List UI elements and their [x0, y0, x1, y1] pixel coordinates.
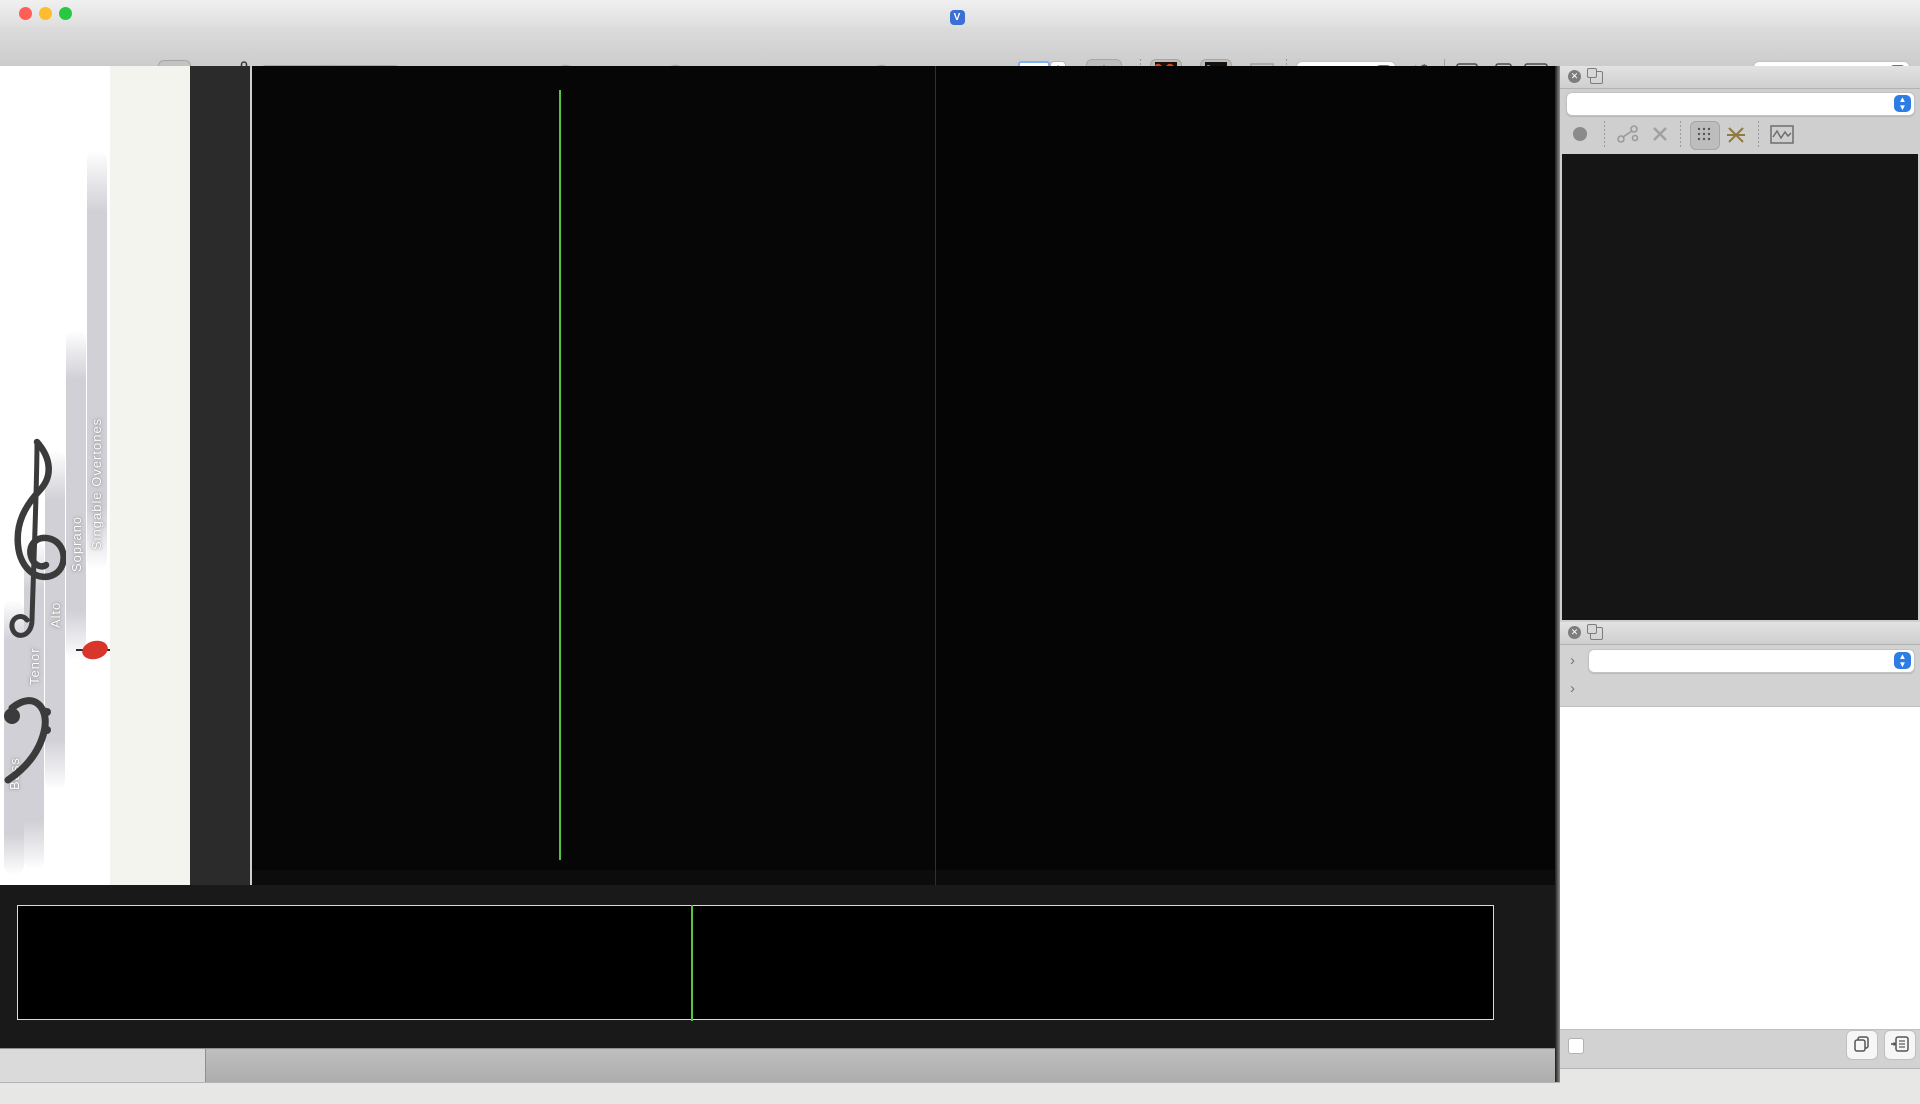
- pitch-row: [1560, 735, 1920, 757]
- vowel-chart-panel: ✕ ▲▼: [1560, 66, 1920, 622]
- statistics-content: [1560, 706, 1920, 1030]
- vocevista-window: V ☀ ◐ ▲▼ ▲▼ ⚙⚙: [0, 0, 1920, 1104]
- overview-time-axis: [0, 1022, 1555, 1048]
- harmonics-canvas[interactable]: [936, 90, 1556, 866]
- vowel-toolbar: [1560, 118, 1920, 152]
- vowel-chart-plot[interactable]: [1562, 154, 1918, 620]
- note-markers-bar: [252, 75, 937, 89]
- harmonics-view[interactable]: [935, 66, 1556, 885]
- spectrogram-time-axis: [252, 870, 937, 885]
- main-toolbar: ☀ ◐ ▲▼ ▲▼ ⚙⚙ ▲▼: [0, 27, 1920, 67]
- dot-tool-icon[interactable]: [1572, 126, 1588, 142]
- vocal-range-panel: Bass Tenor Alto Soprano Singable Overton…: [0, 66, 111, 885]
- harmonics-table-header: [1562, 815, 1812, 851]
- app-icon: V: [950, 10, 965, 25]
- close-panel-icon[interactable]: ✕: [1568, 626, 1581, 639]
- show-markers-checkbox[interactable]: [1568, 1038, 1584, 1054]
- close-panel-icon[interactable]: ✕: [1568, 70, 1581, 83]
- clear-tool-icon[interactable]: [1652, 126, 1668, 142]
- undock-panel-icon[interactable]: [1590, 627, 1603, 640]
- soprano-label: Soprano: [69, 462, 84, 572]
- bass-clef-icon: [0, 686, 52, 794]
- vowel-chart-header: ✕: [1560, 66, 1920, 89]
- overview-note-bar: [0, 888, 1555, 901]
- history-plot-icon[interactable]: [1770, 125, 1794, 144]
- treble-clef-icon: [4, 424, 66, 659]
- statistics-panel: ✕ › ▲▼ ›: [1560, 622, 1920, 1068]
- piano-keyboard[interactable]: [110, 66, 191, 885]
- undock-panel-icon[interactable]: [1590, 71, 1603, 84]
- statistics-header: ✕: [1560, 622, 1920, 645]
- spectrogram-canvas[interactable]: [252, 90, 937, 866]
- trace-tool-icon[interactable]: [1616, 124, 1640, 144]
- frequency-axis: [190, 66, 250, 885]
- overview-waveform[interactable]: [17, 905, 1494, 1020]
- spectrogram-playhead[interactable]: [559, 90, 561, 860]
- grid-toggle-button[interactable]: [1690, 121, 1720, 150]
- time-position-row: [1560, 713, 1920, 735]
- overview-playhead[interactable]: [691, 905, 693, 1021]
- export-stats-button[interactable]: [1884, 1030, 1916, 1060]
- marker-tool-icon[interactable]: [1726, 125, 1746, 145]
- select-analysis-dropdown[interactable]: ▲▼: [1588, 649, 1915, 673]
- window-title: V: [0, 5, 1920, 25]
- status-time: [1560, 1068, 1920, 1104]
- file-tab[interactable]: [0, 1049, 206, 1083]
- copy-stats-button[interactable]: [1846, 1030, 1878, 1060]
- intensity-axis: [936, 870, 1556, 885]
- spectrogram-view[interactable]: [250, 66, 937, 885]
- settings-disclosure-icon[interactable]: ›: [1570, 680, 1575, 697]
- mean-pitch-row: [1560, 757, 1920, 779]
- tab-bar: [0, 1048, 1555, 1083]
- overview-section: [0, 885, 1555, 1048]
- vowel-preset-select[interactable]: ▲▼: [1566, 92, 1915, 116]
- title-bar: V: [0, 0, 1920, 28]
- analysis-disclosure-icon[interactable]: ›: [1570, 652, 1575, 669]
- singable-overtones-label: Singable Overtones: [89, 300, 104, 550]
